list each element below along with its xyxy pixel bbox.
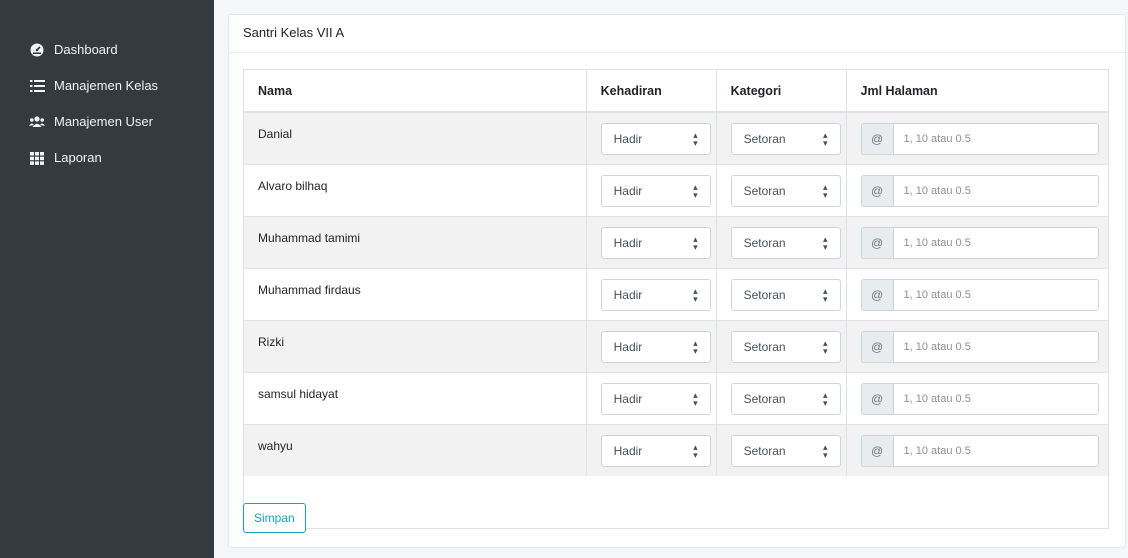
student-name: Rizki — [244, 319, 587, 372]
column-header-nama: Nama — [244, 70, 587, 113]
kehadiran-select[interactable]: Hadir ▴ ▾ — [600, 123, 711, 155]
jml-halaman-input[interactable] — [893, 279, 1098, 310]
sort-caret-icon: ▴ ▾ — [693, 337, 698, 356]
jml-halaman-input[interactable] — [893, 331, 1098, 362]
student-name: Muhammad firdaus — [244, 267, 587, 320]
table-row: Alvaro bilhaq Hadir ▴ ▾ Setoran ▴ ▾ @ — [244, 163, 1108, 216]
at-sign-addon: @ — [861, 124, 894, 154]
student-name: Danial — [244, 111, 587, 164]
kehadiran-select[interactable]: Hadir ▴ ▾ — [600, 434, 711, 467]
kehadiran-value: Hadir — [613, 132, 643, 146]
sort-caret-icon: ▴ ▾ — [823, 441, 828, 460]
at-sign-addon: @ — [861, 331, 894, 362]
attendance-card: Santri Kelas VII A Nama Kehadiran Katego… — [228, 14, 1126, 548]
kehadiran-select[interactable]: Hadir ▴ ▾ — [600, 278, 711, 311]
kehadiran-value: Hadir — [613, 235, 643, 250]
kehadiran-value: Hadir — [613, 339, 643, 354]
at-sign-addon: @ — [861, 227, 894, 258]
kategori-value: Setoran — [743, 287, 786, 302]
kategori-value: Setoran — [743, 443, 786, 458]
sort-caret-icon: ▴ ▾ — [823, 233, 828, 252]
kategori-select[interactable]: Setoran ▴ ▾ — [730, 174, 841, 207]
kehadiran-value: Hadir — [613, 443, 643, 458]
kategori-value: Setoran — [743, 235, 786, 250]
at-sign-addon: @ — [861, 383, 894, 414]
sidebar-item-label: Manajemen User — [54, 113, 153, 129]
kategori-select[interactable]: Setoran ▴ ▾ — [730, 382, 841, 415]
kehadiran-value: Hadir — [613, 287, 643, 302]
sidebar-item-manajemen-kelas[interactable]: Manajemen Kelas — [0, 68, 214, 104]
table-row: Muhammad firdaus Hadir ▴ ▾ Setoran ▴ ▾ @ — [244, 267, 1108, 320]
sort-caret-icon: ▴ ▾ — [823, 337, 828, 356]
table-header-row: Nama Kehadiran Kategori Jml Halaman — [244, 70, 1108, 113]
jml-halaman-input-group: @ — [860, 174, 1099, 207]
jml-halaman-input[interactable] — [893, 435, 1098, 466]
column-header-jml-halaman: Jml Halaman — [846, 70, 1108, 113]
sidebar-item-label: Dashboard — [54, 41, 118, 57]
at-sign-addon: @ — [861, 435, 894, 466]
table-row: Rizki Hadir ▴ ▾ Setoran ▴ ▾ @ — [244, 319, 1108, 372]
jml-halaman-input-group: @ — [860, 226, 1099, 259]
card-title: Santri Kelas VII A — [229, 15, 1125, 53]
kehadiran-select[interactable]: Hadir ▴ ▾ — [600, 330, 711, 363]
users-icon — [28, 115, 46, 129]
sort-caret-icon: ▴ ▾ — [823, 130, 828, 148]
kategori-select[interactable]: Setoran ▴ ▾ — [730, 434, 841, 467]
kategori-select[interactable]: Setoran ▴ ▾ — [730, 278, 841, 311]
kategori-value: Setoran — [743, 391, 786, 406]
table-row: wahyu Hadir ▴ ▾ Setoran ▴ ▾ @ — [244, 423, 1108, 476]
kategori-select[interactable]: Setoran ▴ ▾ — [730, 123, 841, 155]
column-header-kategori: Kategori — [716, 70, 847, 113]
jml-halaman-input[interactable] — [893, 124, 1098, 154]
student-name: Alvaro bilhaq — [244, 163, 587, 216]
sort-caret-icon: ▴ ▾ — [693, 130, 698, 148]
kategori-value: Setoran — [743, 132, 786, 146]
sort-caret-icon: ▴ ▾ — [823, 181, 828, 200]
jml-halaman-input[interactable] — [893, 383, 1098, 414]
kategori-select[interactable]: Setoran ▴ ▾ — [730, 330, 841, 363]
kategori-select[interactable]: Setoran ▴ ▾ — [730, 226, 841, 259]
sort-caret-icon: ▴ ▾ — [693, 389, 698, 408]
at-sign-addon: @ — [861, 279, 894, 310]
jml-halaman-input[interactable] — [893, 227, 1098, 258]
jml-halaman-input-group: @ — [860, 330, 1099, 363]
kategori-value: Setoran — [743, 339, 786, 354]
sidebar-item-laporan[interactable]: Laporan — [0, 140, 214, 176]
sidebar-item-label: Laporan — [54, 149, 102, 165]
kehadiran-value: Hadir — [613, 183, 643, 198]
jml-halaman-input-group: @ — [860, 278, 1099, 311]
sidebar: Dashboard Manajemen Kelas Manajemen User… — [0, 0, 214, 558]
sort-caret-icon: ▴ ▾ — [823, 389, 828, 408]
jml-halaman-input-group: @ — [860, 123, 1099, 155]
kategori-value: Setoran — [743, 183, 786, 198]
jml-halaman-input[interactable] — [893, 175, 1098, 206]
sort-caret-icon: ▴ ▾ — [823, 285, 828, 304]
kehadiran-select[interactable]: Hadir ▴ ▾ — [600, 174, 711, 207]
column-header-kehadiran: Kehadiran — [586, 70, 717, 113]
student-name: samsul hidayat — [244, 371, 587, 424]
sidebar-item-dashboard[interactable]: Dashboard — [0, 32, 214, 68]
table-row: samsul hidayat Hadir ▴ ▾ Setoran ▴ ▾ @ — [244, 371, 1108, 424]
table-row: Danial Hadir ▴ ▾ Setoran ▴ ▾ @ — [244, 111, 1108, 164]
sort-caret-icon: ▴ ▾ — [693, 441, 698, 460]
kehadiran-value: Hadir — [613, 391, 643, 406]
student-name: Muhammad tamimi — [244, 215, 587, 268]
grid-icon — [28, 151, 46, 165]
sidebar-item-manajemen-user[interactable]: Manajemen User — [0, 104, 214, 140]
jml-halaman-input-group: @ — [860, 382, 1099, 415]
student-name: wahyu — [244, 423, 587, 476]
sort-caret-icon: ▴ ▾ — [693, 181, 698, 200]
kehadiran-select[interactable]: Hadir ▴ ▾ — [600, 226, 711, 259]
sort-caret-icon: ▴ ▾ — [693, 285, 698, 304]
sort-caret-icon: ▴ ▾ — [693, 233, 698, 252]
sidebar-item-label: Manajemen Kelas — [54, 77, 159, 93]
table-row: Muhammad tamimi Hadir ▴ ▾ Setoran ▴ ▾ @ — [244, 215, 1108, 268]
attendance-table: Nama Kehadiran Kategori Jml Halaman Dani… — [243, 69, 1109, 529]
save-button[interactable]: Simpan — [243, 503, 306, 533]
tachometer-icon — [28, 43, 46, 57]
at-sign-addon: @ — [861, 175, 894, 206]
jml-halaman-input-group: @ — [860, 434, 1099, 467]
list-icon — [28, 79, 46, 93]
kehadiran-select[interactable]: Hadir ▴ ▾ — [600, 382, 711, 415]
